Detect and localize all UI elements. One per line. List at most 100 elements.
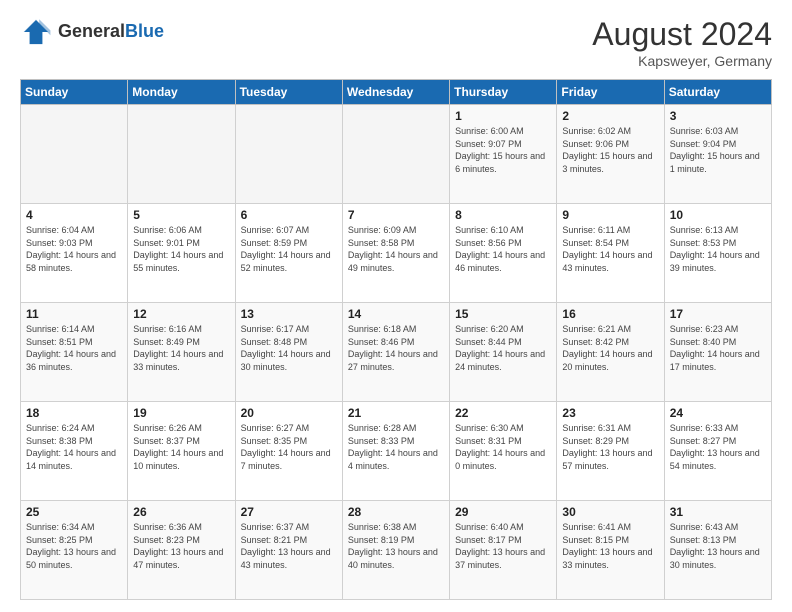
day-info: Sunrise: 6:18 AM Sunset: 8:46 PM Dayligh… [348,323,444,373]
day-info: Sunrise: 6:38 AM Sunset: 8:19 PM Dayligh… [348,521,444,571]
calendar-cell: 30Sunrise: 6:41 AM Sunset: 8:15 PM Dayli… [557,501,664,600]
col-friday: Friday [557,80,664,105]
calendar-cell: 17 Sunrise: 6:23 AM Sunset: 8:40 PM Dayli… [664,303,771,402]
month-year: August 2024 [592,16,772,53]
calendar-cell: 31Sunrise: 6:43 AM Sunset: 8:13 PM Dayli… [664,501,771,600]
day-number: 12 [133,307,229,321]
calendar-cell [21,105,128,204]
title-block: August 2024 Kapsweyer, Germany [592,16,772,69]
col-tuesday: Tuesday [235,80,342,105]
day-number: 29 [455,505,551,519]
calendar-header-row: Sunday Monday Tuesday Wednesday Thursday… [21,80,772,105]
day-info: Sunrise: 6:17 AM Sunset: 8:48 PM Dayligh… [241,323,337,373]
col-saturday: Saturday [664,80,771,105]
day-number: 26 [133,505,229,519]
calendar-cell: 24 Sunrise: 6:33 AM Sunset: 8:27 PM Dayli… [664,402,771,501]
calendar-cell: 14 Sunrise: 6:18 AM Sunset: 8:46 PM Dayli… [342,303,449,402]
header: GeneralBlue August 2024 Kapsweyer, Germa… [20,16,772,69]
day-number: 25 [26,505,122,519]
location: Kapsweyer, Germany [592,53,772,69]
week-row-1: 1Sunrise: 6:00 AM Sunset: 9:07 PM Daylig… [21,105,772,204]
calendar: Sunday Monday Tuesday Wednesday Thursday… [20,79,772,600]
calendar-cell: 18Sunrise: 6:24 AM Sunset: 8:38 PM Dayli… [21,402,128,501]
col-monday: Monday [128,80,235,105]
calendar-cell: 26 Sunrise: 6:36 AM Sunset: 8:23 PM Dayli… [128,501,235,600]
day-number: 23 [562,406,658,420]
calendar-cell: 28 Sunrise: 6:38 AM Sunset: 8:19 PM Dayli… [342,501,449,600]
day-number: 13 [241,307,337,321]
calendar-cell [235,105,342,204]
calendar-cell: 8 Sunrise: 6:10 AM Sunset: 8:56 PM Daylig… [450,204,557,303]
calendar-cell: 9 Sunrise: 6:11 AM Sunset: 8:54 PM Daylig… [557,204,664,303]
day-number: 27 [241,505,337,519]
day-info: Sunrise: 6:09 AM Sunset: 8:58 PM Dayligh… [348,224,444,274]
day-info: Sunrise: 6:31 AM Sunset: 8:29 PM Dayligh… [562,422,658,472]
calendar-cell: 25 Sunrise: 6:34 AM Sunset: 8:25 PM Dayli… [21,501,128,600]
col-thursday: Thursday [450,80,557,105]
logo-icon [20,16,52,48]
day-info: Sunrise: 6:36 AM Sunset: 8:23 PM Dayligh… [133,521,229,571]
week-row-3: 11Sunrise: 6:14 AM Sunset: 8:51 PM Dayli… [21,303,772,402]
day-number: 28 [348,505,444,519]
logo-blue: Blue [125,21,164,41]
calendar-cell: 11Sunrise: 6:14 AM Sunset: 8:51 PM Dayli… [21,303,128,402]
day-number: 9 [562,208,658,222]
calendar-cell: 2 Sunrise: 6:02 AM Sunset: 9:06 PM Daylig… [557,105,664,204]
calendar-cell: 22 Sunrise: 6:30 AM Sunset: 8:31 PM Dayli… [450,402,557,501]
calendar-cell [128,105,235,204]
calendar-cell: 19 Sunrise: 6:26 AM Sunset: 8:37 PM Dayli… [128,402,235,501]
day-info: Sunrise: 6:23 AM Sunset: 8:40 PM Dayligh… [670,323,766,373]
calendar-cell: 29Sunrise: 6:40 AM Sunset: 8:17 PM Dayli… [450,501,557,600]
calendar-cell: 10 Sunrise: 6:13 AM Sunset: 8:53 PM Dayli… [664,204,771,303]
calendar-cell: 27 Sunrise: 6:37 AM Sunset: 8:21 PM Dayli… [235,501,342,600]
logo-text: GeneralBlue [58,22,164,42]
logo-general: General [58,21,125,41]
day-number: 22 [455,406,551,420]
day-number: 18 [26,406,122,420]
day-number: 10 [670,208,766,222]
calendar-cell: 5 Sunrise: 6:06 AM Sunset: 9:01 PM Daylig… [128,204,235,303]
page: GeneralBlue August 2024 Kapsweyer, Germa… [0,0,792,612]
day-number: 2 [562,109,658,123]
day-info: Sunrise: 6:07 AM Sunset: 8:59 PM Dayligh… [241,224,337,274]
calendar-cell: 21Sunrise: 6:28 AM Sunset: 8:33 PM Dayli… [342,402,449,501]
logo: GeneralBlue [20,16,164,48]
day-info: Sunrise: 6:41 AM Sunset: 8:15 PM Dayligh… [562,521,658,571]
day-info: Sunrise: 6:04 AM Sunset: 9:03 PM Dayligh… [26,224,122,274]
day-info: Sunrise: 6:03 AM Sunset: 9:04 PM Dayligh… [670,125,766,175]
day-info: Sunrise: 6:20 AM Sunset: 8:44 PM Dayligh… [455,323,551,373]
calendar-cell: 15Sunrise: 6:20 AM Sunset: 8:44 PM Dayli… [450,303,557,402]
calendar-cell: 13 Sunrise: 6:17 AM Sunset: 8:48 PM Dayli… [235,303,342,402]
day-number: 8 [455,208,551,222]
day-info: Sunrise: 6:10 AM Sunset: 8:56 PM Dayligh… [455,224,551,274]
day-number: 17 [670,307,766,321]
day-number: 3 [670,109,766,123]
day-info: Sunrise: 6:13 AM Sunset: 8:53 PM Dayligh… [670,224,766,274]
day-info: Sunrise: 6:34 AM Sunset: 8:25 PM Dayligh… [26,521,122,571]
day-info: Sunrise: 6:37 AM Sunset: 8:21 PM Dayligh… [241,521,337,571]
day-info: Sunrise: 6:43 AM Sunset: 8:13 PM Dayligh… [670,521,766,571]
day-number: 19 [133,406,229,420]
day-number: 20 [241,406,337,420]
day-number: 21 [348,406,444,420]
calendar-cell: 20Sunrise: 6:27 AM Sunset: 8:35 PM Dayli… [235,402,342,501]
day-info: Sunrise: 6:11 AM Sunset: 8:54 PM Dayligh… [562,224,658,274]
day-info: Sunrise: 6:33 AM Sunset: 8:27 PM Dayligh… [670,422,766,472]
day-info: Sunrise: 6:00 AM Sunset: 9:07 PM Dayligh… [455,125,551,175]
day-number: 5 [133,208,229,222]
calendar-cell [342,105,449,204]
day-info: Sunrise: 6:26 AM Sunset: 8:37 PM Dayligh… [133,422,229,472]
calendar-cell: 23 Sunrise: 6:31 AM Sunset: 8:29 PM Dayli… [557,402,664,501]
day-info: Sunrise: 6:06 AM Sunset: 9:01 PM Dayligh… [133,224,229,274]
week-row-5: 25 Sunrise: 6:34 AM Sunset: 8:25 PM Dayli… [21,501,772,600]
day-number: 4 [26,208,122,222]
day-number: 11 [26,307,122,321]
day-number: 14 [348,307,444,321]
calendar-cell: 1Sunrise: 6:00 AM Sunset: 9:07 PM Daylig… [450,105,557,204]
day-info: Sunrise: 6:02 AM Sunset: 9:06 PM Dayligh… [562,125,658,175]
day-info: Sunrise: 6:30 AM Sunset: 8:31 PM Dayligh… [455,422,551,472]
calendar-cell: 12Sunrise: 6:16 AM Sunset: 8:49 PM Dayli… [128,303,235,402]
col-sunday: Sunday [21,80,128,105]
day-number: 24 [670,406,766,420]
calendar-cell: 16Sunrise: 6:21 AM Sunset: 8:42 PM Dayli… [557,303,664,402]
